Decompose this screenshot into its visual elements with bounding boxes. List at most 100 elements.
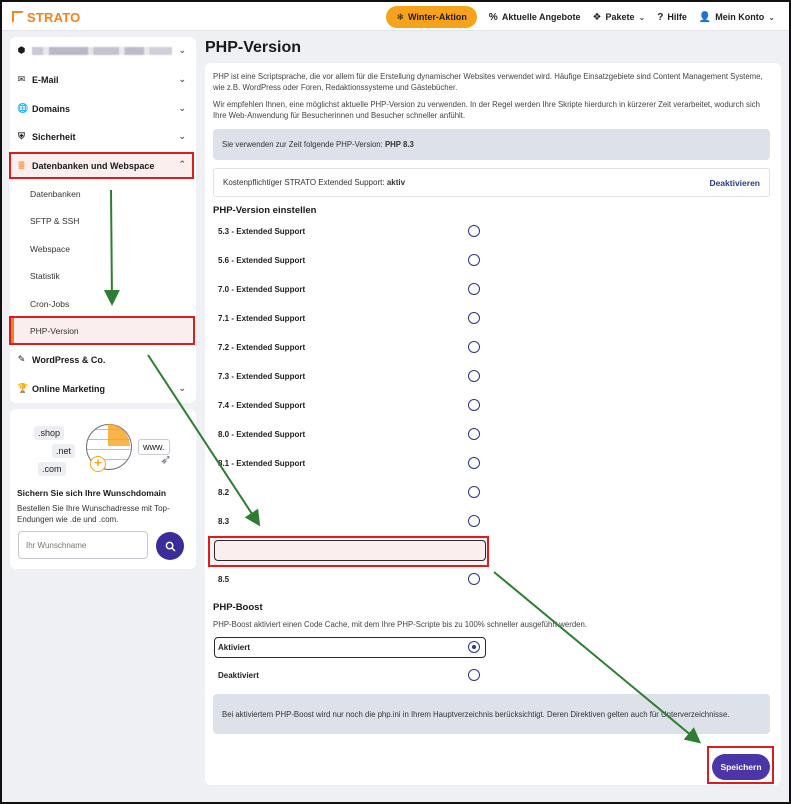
logo-mark-icon bbox=[12, 11, 24, 23]
php-version-label: 7.3 - Extended Support bbox=[218, 372, 306, 381]
php-version-heading: PHP-Version einstellen bbox=[213, 205, 317, 216]
sidebar: ⬢ ⌄ ✉ E-Mail ⌄ 🌐 Domains ⌄ ⛨ Sicherheit … bbox=[10, 37, 196, 403]
php-version-option[interactable]: 8.2 bbox=[214, 482, 486, 503]
sidebar-item-label: WordPress & Co. bbox=[32, 354, 106, 365]
php-version-radio[interactable] bbox=[468, 254, 480, 266]
nav-offers[interactable]: % Aktuelle Angebote bbox=[489, 12, 581, 23]
sidebar-sub-cronjobs[interactable]: Cron-Jobs bbox=[10, 290, 196, 317]
sidebar-sub-webspace[interactable]: Webspace bbox=[10, 235, 196, 262]
support-prefix: Kostenpflichtiger STRATO Extended Suppor… bbox=[223, 178, 385, 187]
php-version-radio[interactable] bbox=[468, 428, 480, 440]
strato-logo[interactable]: STRATO bbox=[12, 9, 80, 25]
domain-search-button[interactable] bbox=[156, 532, 184, 560]
boost-option-label: Deaktiviert bbox=[218, 671, 259, 680]
boxes-icon: ❖ bbox=[592, 11, 602, 23]
blurred-contract-name bbox=[32, 46, 172, 55]
sidebar-item-label: Domains bbox=[32, 103, 71, 114]
php-version-radio[interactable] bbox=[468, 457, 480, 469]
boost-deactivated-radio[interactable] bbox=[468, 669, 480, 681]
sidebar-sub-databases[interactable]: Datenbanken bbox=[10, 180, 196, 207]
boost-note-text: Bei aktiviertem PHP-Boost wird nur noch … bbox=[222, 709, 730, 719]
nav-packages[interactable]: ❖ Pakete ⌄ bbox=[593, 12, 646, 23]
php-version-label: 8.0 - Extended Support bbox=[218, 430, 306, 439]
php-version-radio[interactable] bbox=[468, 283, 480, 295]
sidebar-sub-statistics[interactable]: Statistik bbox=[10, 262, 196, 289]
chevron-down-icon: ⌄ bbox=[178, 74, 186, 84]
domain-search-input[interactable] bbox=[18, 531, 148, 559]
chevron-up-icon: ⌃ bbox=[178, 159, 186, 169]
boost-note: Bei aktiviertem PHP-Boost wird nur noch … bbox=[213, 694, 770, 734]
php-version-label: 8.1 - Extended Support bbox=[218, 459, 306, 468]
deactivate-support-link[interactable]: Deaktivieren bbox=[709, 178, 760, 188]
sidebar-item-email[interactable]: ✉ E-Mail ⌄ bbox=[10, 66, 196, 93]
package-icon: ⬢ bbox=[17, 45, 26, 55]
plus-icon: + bbox=[90, 456, 106, 472]
php-version-option[interactable]: 7.4 - Extended Support bbox=[214, 395, 486, 416]
php-version-radio[interactable] bbox=[468, 515, 480, 527]
sidebar-sub-php-version[interactable]: PHP-Version bbox=[9, 316, 195, 345]
sidebar-item-label: Datenbanken und Webspace bbox=[32, 160, 155, 171]
sidebar-item-databases-webspace[interactable]: ≣ Datenbanken und Webspace ⌃ bbox=[9, 152, 194, 179]
current-version-notice: Sie verwenden zur Zeit folgende PHP-Vers… bbox=[213, 129, 770, 160]
sidebar-item-wordpress[interactable]: ✎ WordPress & Co. bbox=[10, 346, 196, 373]
boost-option-deactivated[interactable]: Deaktiviert bbox=[214, 665, 486, 686]
domain-card-description: Bestellen Sie Ihre Wunschadresse mit Top… bbox=[17, 504, 170, 524]
sidebar-item-online-marketing[interactable]: 🏆 Online Marketing ⌄ bbox=[10, 375, 196, 402]
php-version-option[interactable]: 7.2 - Extended Support bbox=[214, 337, 486, 358]
php-version-radio[interactable] bbox=[468, 341, 480, 353]
php-version-radio[interactable] bbox=[468, 225, 480, 237]
php-boost-description: PHP-Boost aktiviert einen Code Cache, mi… bbox=[213, 620, 587, 629]
promo-label: Winter-Aktion bbox=[408, 12, 467, 22]
php-version-radio[interactable] bbox=[468, 399, 480, 411]
php-version-label: 8.5 bbox=[218, 575, 230, 584]
chevron-down-icon: ⌄ bbox=[178, 383, 186, 393]
php-version-option[interactable]: 7.3 - Extended Support bbox=[214, 366, 486, 387]
current-version-value: PHP 8.3 bbox=[384, 140, 414, 149]
globe-icon: 🌐 bbox=[17, 103, 29, 113]
php-version-label: 7.1 - Extended Support bbox=[218, 314, 306, 323]
php-version-radio[interactable] bbox=[468, 312, 480, 324]
chevron-down-icon: ⌄ bbox=[178, 131, 186, 141]
boost-option-activated[interactable]: Aktiviert bbox=[214, 637, 486, 658]
php-version-label: 5.6 - Extended Support bbox=[218, 256, 306, 265]
winter-promo-button[interactable]: ❄ Winter-Aktion bbox=[386, 6, 477, 28]
nav-packages-label: Pakete bbox=[605, 12, 635, 22]
boost-activated-radio[interactable] bbox=[468, 641, 480, 653]
php-version-option[interactable]: 8.0 - Extended Support bbox=[214, 424, 486, 445]
php-version-option[interactable]: 7.0 - Extended Support bbox=[214, 279, 486, 300]
sidebar-item-label: E-Mail bbox=[32, 74, 59, 85]
active-indicator bbox=[11, 318, 14, 343]
nav-account-label: Mein Konto bbox=[715, 12, 765, 22]
php-version-radio[interactable] bbox=[468, 370, 480, 382]
intro-paragraph-2: Wir empfehlen Ihnen, eine möglichst aktu… bbox=[213, 100, 760, 120]
php-version-option[interactable]: 8.1 - Extended Support bbox=[214, 453, 486, 474]
save-button[interactable]: Speichern bbox=[712, 754, 770, 780]
sidebar-sub-label: Statistik bbox=[30, 270, 60, 281]
user-icon: 👤 bbox=[698, 11, 712, 23]
sidebar-sub-sftp[interactable]: SFTP & SSH bbox=[10, 207, 196, 234]
php-version-option[interactable]: 8.3 bbox=[214, 511, 486, 532]
sidebar-sub-label: Webspace bbox=[30, 243, 71, 254]
sidebar-item-inner: ≣ Datenbanken und Webspace ⌃ bbox=[10, 152, 193, 179]
php-boost-heading: PHP-Boost bbox=[213, 602, 263, 613]
nav-account[interactable]: 👤 Mein Konto ⌄ bbox=[699, 12, 775, 23]
sidebar-item-domains[interactable]: 🌐 Domains ⌄ bbox=[10, 95, 196, 122]
php-version-option[interactable]: 5.3 - Extended Support bbox=[214, 221, 486, 242]
php-version-radio[interactable] bbox=[468, 486, 480, 498]
selected-version-outline bbox=[214, 540, 486, 561]
nav-help-label: Hilfe bbox=[667, 12, 687, 22]
nav-help[interactable]: ? Hilfe bbox=[657, 12, 687, 23]
php-version-radio[interactable] bbox=[468, 573, 480, 585]
php-version-option[interactable]: 7.1 - Extended Support bbox=[214, 308, 486, 329]
chevron-down-icon: ⌄ bbox=[178, 45, 186, 55]
php-version-option[interactable]: 8.5 bbox=[214, 569, 486, 590]
cursor-icon: ➶ bbox=[160, 451, 172, 467]
percent-icon: % bbox=[488, 11, 498, 23]
help-icon: ? bbox=[657, 11, 664, 23]
domain-promo-card: .shop .net .com www. + ➶ Sichern Sie sic… bbox=[10, 409, 196, 569]
sidebar-item-security[interactable]: ⛨ Sicherheit ⌄ bbox=[10, 123, 196, 150]
php-version-label: 5.3 - Extended Support bbox=[218, 227, 306, 236]
php-version-option[interactable]: 5.6 - Extended Support bbox=[214, 250, 486, 271]
top-nav: ❄ Winter-Aktion % Aktuelle Angebote ❖ Pa… bbox=[386, 6, 775, 28]
sidebar-item-contract[interactable]: ⬢ ⌄ bbox=[10, 37, 196, 64]
